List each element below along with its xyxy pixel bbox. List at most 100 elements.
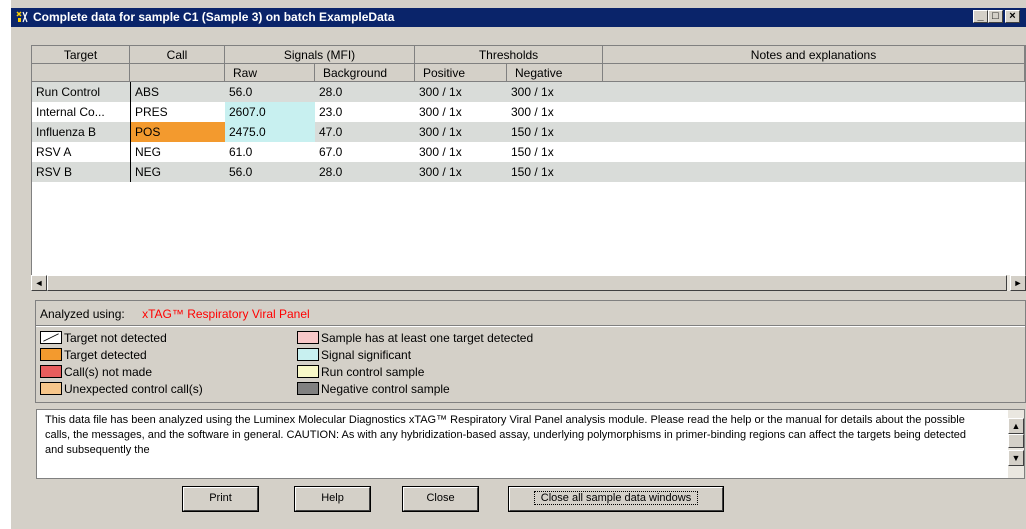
legend-label: Signal significant [321, 348, 412, 362]
arrow-right-icon: ► [1013, 278, 1023, 288]
legend-label: Run control sample [321, 365, 425, 379]
cell-raw: 2475.0 [225, 122, 315, 142]
close-all-windows-button[interactable]: Close all sample data windows [508, 486, 724, 512]
cell-negative: 300 / 1x [511, 85, 554, 99]
header-target[interactable]: Target [32, 46, 130, 64]
legend-label: Target detected [64, 348, 147, 362]
target-not-detected-swatch [40, 331, 62, 344]
header-notes[interactable]: Notes and explanations [603, 46, 1025, 64]
print-button-label: Print [209, 492, 232, 504]
arrow-left-icon: ◄ [34, 278, 44, 288]
subheader-call [130, 64, 225, 82]
table-row[interactable]: Internal Co... PRES 2607.0 23.0 300 / 1x… [32, 102, 1025, 122]
print-button[interactable]: Print [182, 486, 259, 512]
cell-positive: 300 / 1x [419, 145, 462, 159]
cell-target: RSV B [36, 165, 73, 179]
close-button[interactable]: Close [402, 486, 479, 512]
legend-label: Target not detected [64, 331, 167, 345]
cell-negative: 150 / 1x [511, 145, 554, 159]
window-title: Complete data for sample C1 (Sample 3) o… [33, 10, 395, 24]
cell-raw: 61.0 [229, 145, 253, 159]
legend-label: Sample has at least one target detected [321, 331, 534, 345]
minimize-button[interactable]: _ [973, 10, 988, 23]
scroll-right-button[interactable]: ► [1010, 275, 1026, 291]
legend-label: Call(s) not made [64, 365, 153, 379]
scroll-down-button[interactable]: ▼ [1008, 450, 1024, 466]
cell-negative: 150 / 1x [511, 165, 554, 179]
cell-target: Run Control [36, 85, 101, 99]
close-button-label: Close [426, 492, 455, 504]
help-button[interactable]: Help [294, 486, 371, 512]
table-row[interactable]: Influenza B POS 2475.0 47.0 300 / 1x 150… [32, 122, 1025, 142]
cell-target: RSV A [36, 145, 72, 159]
cell-notes [603, 142, 1025, 162]
cell-raw: 2607.0 [225, 102, 315, 122]
scroll-thumb[interactable] [47, 275, 1007, 291]
header-thresholds[interactable]: Thresholds [415, 46, 603, 64]
cell-positive: 300 / 1x [419, 85, 462, 99]
help-button-label: Help [321, 492, 344, 504]
cell-notes [603, 82, 1025, 102]
cell-call: NEG [130, 162, 225, 182]
cell-negative: 300 / 1x [511, 105, 554, 119]
results-table[interactable]: Target Call Signals (MFI) Thresholds Not… [31, 45, 1026, 291]
calls-not-made-swatch [40, 365, 62, 378]
minimize-icon: _ [977, 10, 984, 22]
analyzed-using-label: Analyzed using: [40, 307, 125, 321]
analysis-panel-name: xTAG™ Respiratory Viral Panel [142, 307, 310, 321]
cell-background: 23.0 [319, 105, 343, 119]
target-detected-swatch [40, 348, 62, 361]
cell-notes [603, 122, 1025, 142]
cell-notes [603, 162, 1025, 182]
scroll-up-button[interactable]: ▲ [1008, 418, 1024, 434]
cell-target: Influenza B [36, 125, 97, 139]
message-scroll-thumb[interactable] [1008, 434, 1024, 448]
maximize-icon: □ [992, 10, 999, 22]
header-signals[interactable]: Signals (MFI) [225, 46, 415, 64]
run-control-swatch [297, 365, 319, 378]
scroll-left-button[interactable]: ◄ [31, 275, 47, 291]
app-icon [15, 10, 29, 24]
close-window-button[interactable]: × [1005, 10, 1020, 23]
horizontal-scrollbar[interactable]: ◄ ► [31, 275, 1026, 291]
cell-background: 28.0 [319, 165, 343, 179]
cell-call: ABS [130, 82, 225, 102]
arrow-up-icon: ▲ [1011, 421, 1021, 431]
cell-negative: 150 / 1x [511, 125, 554, 139]
legend-label: Unexpected control call(s) [64, 382, 203, 396]
cell-call: PRES [130, 102, 225, 122]
sample-target-detected-swatch [297, 331, 319, 344]
table-row[interactable]: RSV A NEG 61.0 67.0 300 / 1x 150 / 1x [32, 142, 1025, 162]
subheader-negative[interactable]: Negative [507, 64, 603, 82]
close-all-button-label: Close all sample data windows [533, 491, 699, 505]
title-bar[interactable]: Complete data for sample C1 (Sample 3) o… [11, 8, 1026, 27]
close-icon: × [1009, 10, 1016, 22]
header-call[interactable]: Call [130, 46, 225, 64]
subheader-target [32, 64, 130, 82]
legend-divider [36, 325, 1025, 327]
signal-significant-swatch [297, 348, 319, 361]
arrow-down-icon: ▼ [1011, 453, 1021, 463]
cell-positive: 300 / 1x [419, 165, 462, 179]
unexpected-control-swatch [40, 382, 62, 395]
cell-call: NEG [130, 142, 225, 162]
cell-raw: 56.0 [229, 85, 253, 99]
legend-label: Negative control sample [321, 382, 450, 396]
message-vertical-scrollbar[interactable]: ▲ ▼ [1008, 410, 1024, 478]
cell-background: 47.0 [319, 125, 343, 139]
cell-background: 28.0 [319, 85, 343, 99]
maximize-button[interactable]: □ [988, 10, 1003, 23]
cell-positive: 300 / 1x [419, 125, 462, 139]
subheader-raw[interactable]: Raw [225, 64, 315, 82]
negative-control-swatch [297, 382, 319, 395]
cell-positive: 300 / 1x [419, 105, 462, 119]
subheader-background[interactable]: Background [315, 64, 415, 82]
analysis-message-box[interactable]: This data file has been analyzed using t… [36, 409, 1025, 479]
cell-call: POS [130, 122, 225, 142]
subheader-notes [603, 64, 1025, 82]
table-row[interactable]: RSV B NEG 56.0 28.0 300 / 1x 150 / 1x [32, 162, 1025, 182]
table-row[interactable]: Run Control ABS 56.0 28.0 300 / 1x 300 /… [32, 82, 1025, 102]
cell-target: Internal Co... [36, 105, 105, 119]
legend-panel: Analyzed using: xTAG™ Respiratory Viral … [35, 300, 1026, 403]
subheader-positive[interactable]: Positive [415, 64, 507, 82]
